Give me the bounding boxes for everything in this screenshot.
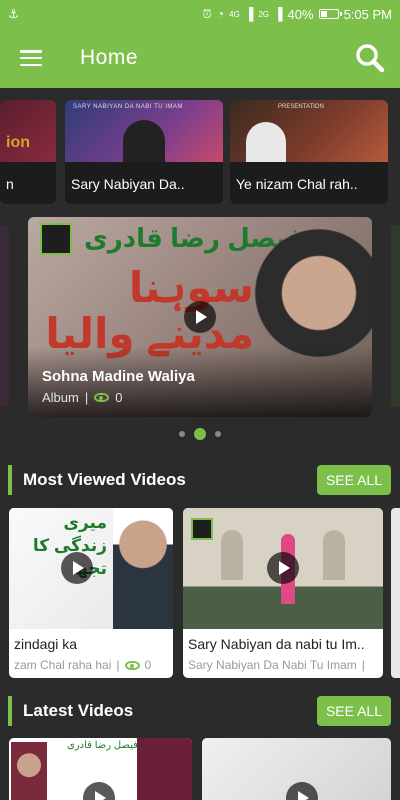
video-subtitle-row: zam Chal raha hai | 0 — [14, 658, 168, 672]
separator: | — [361, 658, 365, 672]
menu-button[interactable] — [0, 28, 62, 88]
carousel-next-peek[interactable] — [391, 225, 400, 407]
video-title: Sary Nabiyan da nabi tu Im.. — [188, 636, 365, 652]
thumbnail-overlay-text: PRESENTATION — [278, 104, 324, 110]
search-button[interactable] — [340, 28, 400, 88]
pager-dot[interactable] — [179, 431, 185, 437]
video-card[interactable] — [202, 738, 391, 800]
thumbnail-image: PRESENTATION — [230, 100, 388, 162]
thumbnail-overlay-text: SARY NABIYAN DA NABI TU IMAM — [73, 104, 183, 110]
battery-fill — [320, 11, 327, 17]
wifi-icon: ◔ — [216, 7, 225, 21]
video-card-peek[interactable] — [391, 508, 400, 678]
network-type-2: 2G — [258, 9, 270, 19]
thumbnail-label: Sary Nabiyan Da.. — [71, 176, 185, 192]
search-icon — [356, 44, 385, 73]
signal-icon: ▐ — [244, 7, 254, 21]
section-title: Latest Videos — [23, 701, 134, 720]
app-bar: Home — [0, 28, 400, 88]
pager-dot-active[interactable] — [194, 428, 206, 440]
featured-album-card[interactable]: فیصل رضا قادری سوہنا مدینے والیا Sohna M… — [28, 217, 372, 417]
play-icon[interactable] — [61, 552, 93, 584]
video-subtitle-row: Sary Nabiyan Da Nabi Tu Imam | — [188, 658, 378, 672]
video-card[interactable]: Sary Nabiyan da nabi tu Im.. Sary Nabiya… — [183, 508, 383, 678]
thumbnail-figure — [123, 120, 165, 162]
separator: | — [84, 390, 89, 405]
video-views: 0 — [144, 658, 152, 672]
featured-views: 0 — [115, 390, 123, 405]
video-person — [113, 508, 173, 629]
video-thumbnail — [202, 738, 391, 800]
battery-icon — [318, 9, 342, 19]
video-title: zindagi ka — [14, 636, 78, 652]
top-carousel-item[interactable]: ion n — [0, 100, 56, 204]
network-type-1: 4G — [229, 9, 240, 19]
featured-category: Album — [42, 390, 79, 405]
play-icon[interactable] — [83, 782, 115, 800]
section-accent-bar — [8, 465, 12, 495]
see-all-button[interactable]: SEE ALL — [316, 465, 391, 495]
arch-decor — [221, 530, 243, 580]
play-icon[interactable] — [286, 782, 318, 800]
video-person — [11, 742, 47, 800]
eye-icon — [94, 393, 110, 402]
carousel-pager — [0, 428, 400, 440]
video-card[interactable]: فیصل رضا قادری — [9, 738, 192, 800]
video-subtitle: Sary Nabiyan Da Nabi Tu Imam — [188, 658, 357, 672]
featured-meta: Album | 0 — [42, 390, 122, 405]
eye-icon — [124, 660, 140, 670]
top-carousel: ion n SARY NABIYAN DA NABI TU IMAM Sary … — [0, 100, 400, 206]
featured-overlay-big: سوہنا مدینے والیا — [45, 264, 254, 358]
page-title: Home — [80, 46, 139, 69]
thumbnail-overlay-text: ion — [6, 134, 30, 151]
hamburger-menu-icon — [20, 50, 42, 66]
thumbnail-figure — [246, 122, 286, 162]
top-carousel-item[interactable]: SARY NABIYAN DA NABI TU IMAM Sary Nabiya… — [65, 100, 223, 204]
video-overlay-text: فیصل رضا قادری — [67, 740, 138, 751]
carousel-prev-peek[interactable] — [0, 225, 9, 407]
status-bar: ⚓︎ ⏰︎ ◔ 4G ▐ 2G ▐ 40% 5:05 PM — [0, 0, 400, 28]
arch-decor — [323, 530, 345, 580]
latest-videos-header: Latest Videos SEE ALL — [0, 695, 400, 727]
see-all-button[interactable]: SEE ALL — [316, 696, 391, 726]
most-viewed-header: Most Viewed Videos SEE ALL — [0, 464, 400, 496]
signal-icon-2: ▐ — [274, 7, 283, 21]
thumbnail-label: Ye nizam Chal rah.. — [236, 176, 358, 192]
pager-dot[interactable] — [215, 431, 221, 437]
top-carousel-item[interactable]: PRESENTATION Ye nizam Chal rah.. — [230, 100, 388, 204]
usb-icon: ⚓︎ — [8, 7, 19, 21]
channel-logo — [40, 223, 72, 255]
thumbnail-image: ion — [0, 100, 56, 162]
thumbnail-image: SARY NABIYAN DA NABI TU IMAM — [65, 100, 223, 162]
separator: | — [116, 658, 120, 672]
alarm-icon: ⏰︎ — [202, 6, 212, 21]
video-subtitle: zam Chal raha hai — [14, 658, 112, 672]
thumbnail-label: n — [6, 176, 14, 192]
video-thumbnail — [183, 508, 383, 629]
clock: 5:05 PM — [343, 6, 392, 22]
section-title: Most Viewed Videos — [23, 470, 186, 489]
section-accent-bar — [8, 696, 12, 726]
video-card[interactable]: میری زندگی کا تجھ zindagi ka zam Chal ra… — [9, 508, 173, 678]
play-icon[interactable] — [184, 301, 216, 333]
featured-title: Sohna Madine Waliya — [42, 368, 195, 385]
play-icon[interactable] — [267, 552, 299, 584]
channel-logo — [191, 518, 213, 540]
video-thumbnail: فیصل رضا قادری — [9, 738, 192, 800]
battery-percent: 40% — [287, 6, 314, 22]
video-thumbnail: میری زندگی کا تجھ — [9, 508, 173, 629]
